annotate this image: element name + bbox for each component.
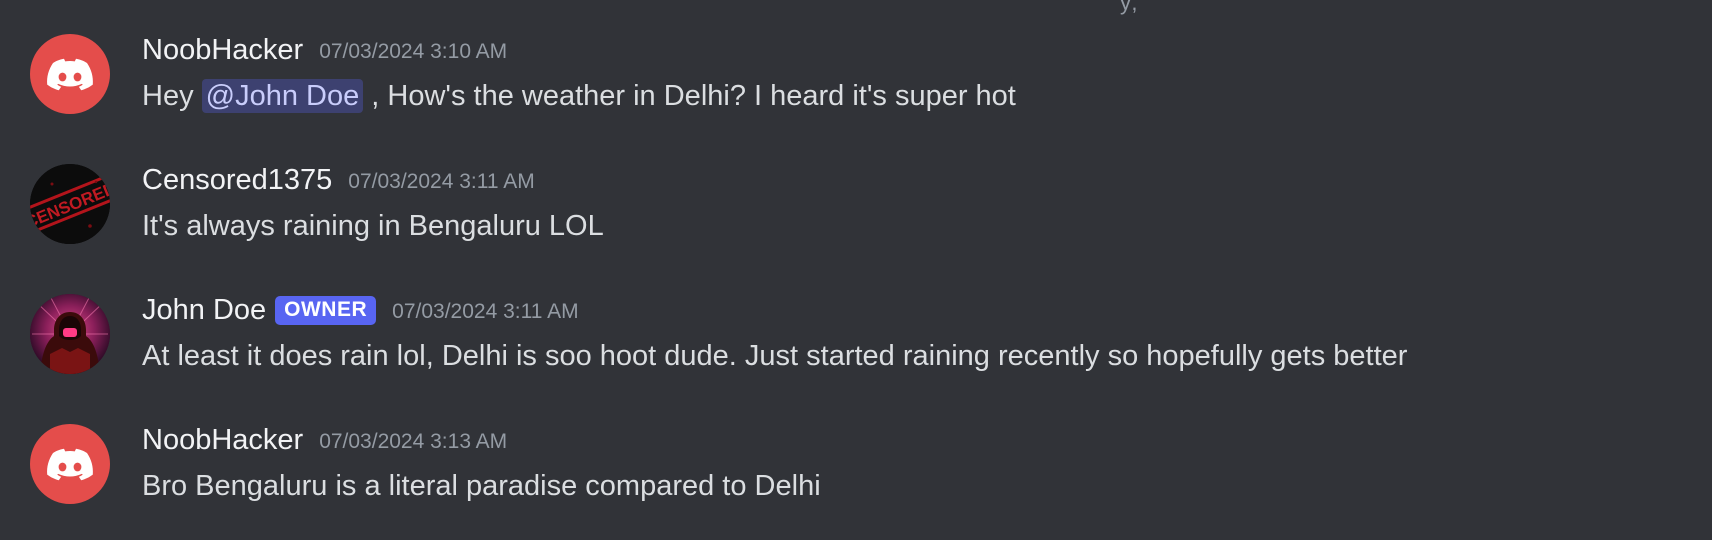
message-header: John Doe OWNER 07/03/2024 3:11 AM xyxy=(142,292,579,328)
message-text: Hey xyxy=(142,80,202,112)
username[interactable]: Censored1375 xyxy=(142,164,332,197)
message-item: CENSORED Censored1375 07/03/2024 3:11 AM… xyxy=(0,164,1712,274)
timestamp[interactable]: 07/03/2024 3:10 AM xyxy=(319,40,507,64)
timestamp[interactable]: 07/03/2024 3:11 AM xyxy=(348,170,534,194)
avatar[interactable] xyxy=(30,34,110,114)
message-item: NoobHacker 07/03/2024 3:10 AM Hey @John … xyxy=(0,34,1712,144)
chat-message-list: y, NoobHacker 07/03/2024 3:10 AM Hey @Jo… xyxy=(0,0,1712,540)
message-item: NoobHacker 07/03/2024 3:13 AM Bro Bengal… xyxy=(0,424,1712,534)
avatar[interactable] xyxy=(30,294,110,374)
message-content: It's always raining in Bengaluru LOL xyxy=(142,210,604,242)
avatar[interactable] xyxy=(30,424,110,504)
user-mention[interactable]: @John Doe xyxy=(201,79,364,113)
discord-logo-icon xyxy=(47,58,93,91)
hooded-figure-icon xyxy=(30,294,110,374)
avatar[interactable]: CENSORED xyxy=(30,164,110,244)
discord-logo-icon xyxy=(47,448,93,481)
username[interactable]: John Doe xyxy=(142,294,266,327)
username[interactable]: NoobHacker xyxy=(142,34,303,67)
message-header: NoobHacker 07/03/2024 3:13 AM xyxy=(142,422,507,458)
username[interactable]: NoobHacker xyxy=(142,424,303,457)
message-content: Bro Bengaluru is a literal paradise comp… xyxy=(142,470,821,502)
owner-badge: OWNER xyxy=(275,295,377,325)
timestamp[interactable]: 07/03/2024 3:13 AM xyxy=(319,430,507,454)
message-content: At least it does rain lol, Delhi is soo … xyxy=(142,340,1408,372)
message-header: NoobHacker 07/03/2024 3:10 AM xyxy=(142,32,507,68)
message-content: Hey @John Doe , How's the weather in Del… xyxy=(142,76,1016,116)
timestamp[interactable]: 07/03/2024 3:11 AM xyxy=(392,300,578,324)
previous-message-fragment: y, xyxy=(1120,0,1140,15)
message-text: , How's the weather in Delhi? I heard it… xyxy=(363,80,1016,112)
message-header: Censored1375 07/03/2024 3:11 AM xyxy=(142,162,535,198)
censored-stamp-icon: CENSORED xyxy=(30,164,110,244)
message-item: John Doe OWNER 07/03/2024 3:11 AM At lea… xyxy=(0,294,1712,404)
